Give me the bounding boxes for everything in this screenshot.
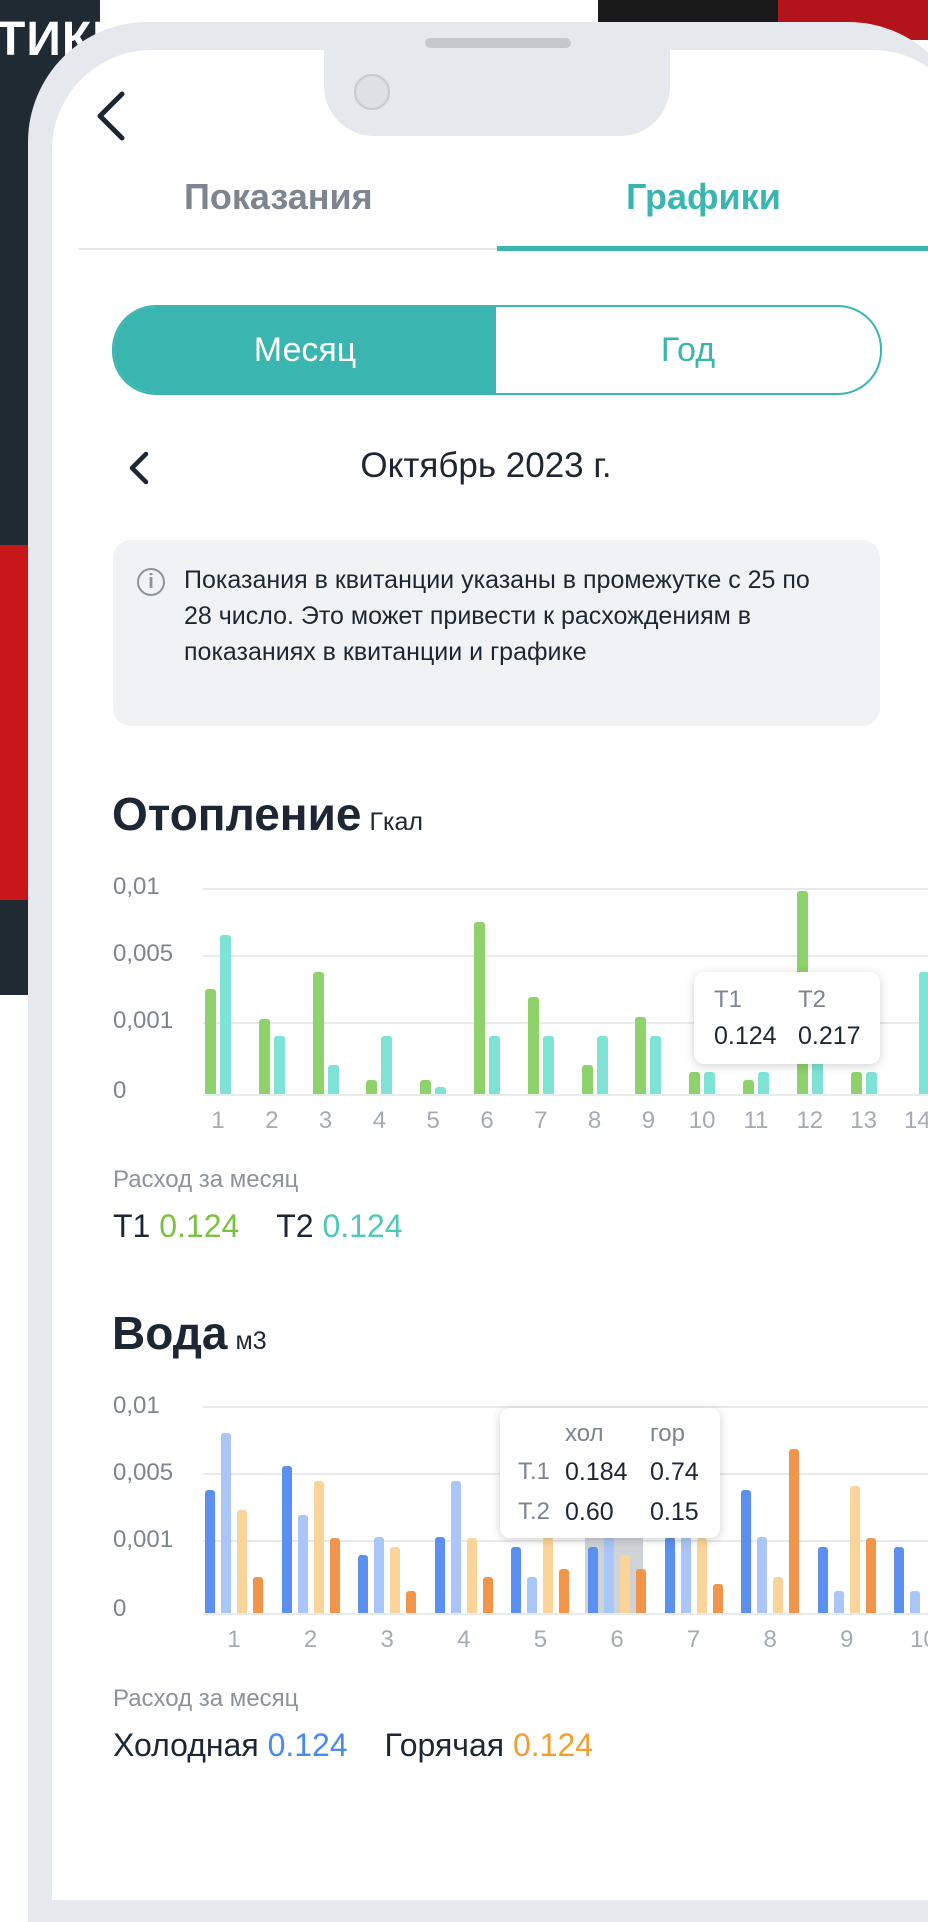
tooltip-value: 0.15	[650, 1498, 699, 1526]
x-tick-label: 2	[265, 1107, 279, 1134]
water-gridline	[203, 1613, 928, 1615]
x-tick-label: 8	[587, 1107, 602, 1134]
heating-y-tick: 0	[113, 1077, 127, 1104]
x-tick-label: 4	[457, 1626, 471, 1653]
heating-t2-label: Т2	[276, 1208, 314, 1244]
x-tick-label: 12	[796, 1107, 824, 1134]
tooltip-value: 0.184	[565, 1458, 628, 1486]
heating-tooltip: Т1 Т2 0.124 0.217	[694, 972, 880, 1064]
water-title: Вода м3	[112, 1306, 267, 1360]
info-banner: i Показания в квитанции указаны в промеж…	[113, 540, 880, 726]
water-y-tick: 0	[113, 1595, 127, 1622]
water-tooltip: хол гор Т.1 0.184 0.74 Т.2 0.60 0.15	[500, 1408, 720, 1538]
x-tick-label: 10	[910, 1626, 928, 1653]
phone-camera	[354, 74, 390, 110]
heating-t2-value: 0.124	[322, 1208, 403, 1244]
heating-y-tick: 0,001	[113, 1007, 174, 1034]
x-tick-label: 6	[480, 1107, 494, 1134]
x-tick-label: 1	[227, 1626, 241, 1653]
heating-gridline	[203, 888, 928, 890]
heating-consumption-label: Расход за месяц	[113, 1166, 299, 1193]
x-tick-label: 5	[426, 1107, 440, 1134]
heating-title-text: Отопление	[112, 788, 362, 840]
tooltip-value: 0.60	[565, 1498, 614, 1526]
x-tick-label: 9	[840, 1626, 854, 1653]
x-tick-label: 7	[534, 1107, 548, 1134]
water-consumption-label: Расход за месяц	[113, 1685, 299, 1712]
x-tick-label: 13	[850, 1107, 877, 1134]
tooltip-value: 0.124	[714, 1022, 777, 1050]
tab-readings[interactable]: Показания	[184, 176, 373, 218]
back-icon[interactable]	[92, 88, 132, 144]
tab-charts[interactable]: Графики	[626, 176, 781, 218]
heating-t1-label: Т1	[113, 1208, 151, 1244]
info-text: Показания в квитанции указаны в промежут…	[184, 566, 810, 666]
x-tick-label: 7	[686, 1626, 701, 1653]
period-toggle: Месяц Год	[112, 305, 882, 395]
heating-t1-value: 0.124	[159, 1208, 240, 1244]
tooltip-value: 0.217	[798, 1022, 861, 1050]
x-tick-label: 6	[610, 1626, 624, 1653]
tooltip-header: Т2	[798, 986, 827, 1013]
water-cold-label: Холодная	[113, 1727, 259, 1763]
water-title-text: Вода	[112, 1307, 228, 1359]
heating-unit: Гкал	[369, 808, 423, 836]
x-tick-label: 14	[904, 1107, 928, 1134]
period-year-button[interactable]: Год	[496, 307, 880, 393]
x-tick-label: 1	[211, 1107, 225, 1134]
water-y-tick: 0,01	[113, 1392, 160, 1419]
heating-y-tick: 0,01	[113, 873, 160, 900]
water-hot-label: Горячая	[384, 1727, 505, 1763]
month-title: Октябрь 2023 г.	[360, 446, 612, 485]
water-y-tick: 0,005	[113, 1459, 174, 1486]
x-tick-label: 3	[318, 1107, 333, 1134]
tooltip-row-label: Т.2	[518, 1498, 551, 1525]
period-month-button[interactable]: Месяц	[114, 307, 496, 393]
x-tick-label: 5	[533, 1626, 548, 1653]
tooltip-header: гор	[650, 1420, 685, 1447]
heating-consumption: Т1 0.124 Т2 0.124	[113, 1208, 403, 1245]
water-cold-value: 0.124	[267, 1727, 348, 1763]
heating-y-tick: 0,005	[113, 940, 174, 967]
x-tick-label: 8	[763, 1626, 777, 1653]
tab-active-indicator	[497, 246, 928, 251]
water-y-tick: 0,001	[113, 1526, 174, 1553]
heating-x-axis: 1 2 3 4 5 6 7 8 9 10 11 12 13 14	[196, 1105, 928, 1139]
x-tick-label: 10	[688, 1107, 716, 1134]
water-unit: м3	[235, 1327, 267, 1355]
x-tick-label: 2	[303, 1626, 318, 1653]
heating-gridline	[203, 1094, 928, 1096]
x-tick-label: 4	[372, 1107, 387, 1134]
phone-speaker	[425, 38, 571, 48]
tooltip-header: Т1	[714, 986, 743, 1013]
water-gridline	[203, 1540, 928, 1542]
x-tick-label: 3	[380, 1626, 394, 1653]
water-consumption: Холодная 0.124 Горячая 0.124	[113, 1727, 593, 1764]
tooltip-header: хол	[565, 1420, 604, 1447]
tooltip-value: 0.74	[650, 1458, 699, 1486]
info-icon: i	[137, 568, 165, 596]
x-tick-label: 11	[743, 1107, 769, 1134]
x-tick-label: 9	[641, 1107, 656, 1134]
heating-gridline	[203, 955, 928, 957]
tooltip-row-label: Т.1	[518, 1458, 551, 1485]
water-hot-value: 0.124	[512, 1727, 594, 1763]
heating-title: Отопление Гкал	[112, 787, 423, 841]
water-x-axis: 1 2 3 4 5 6 7 8 9 10	[210, 1624, 928, 1658]
